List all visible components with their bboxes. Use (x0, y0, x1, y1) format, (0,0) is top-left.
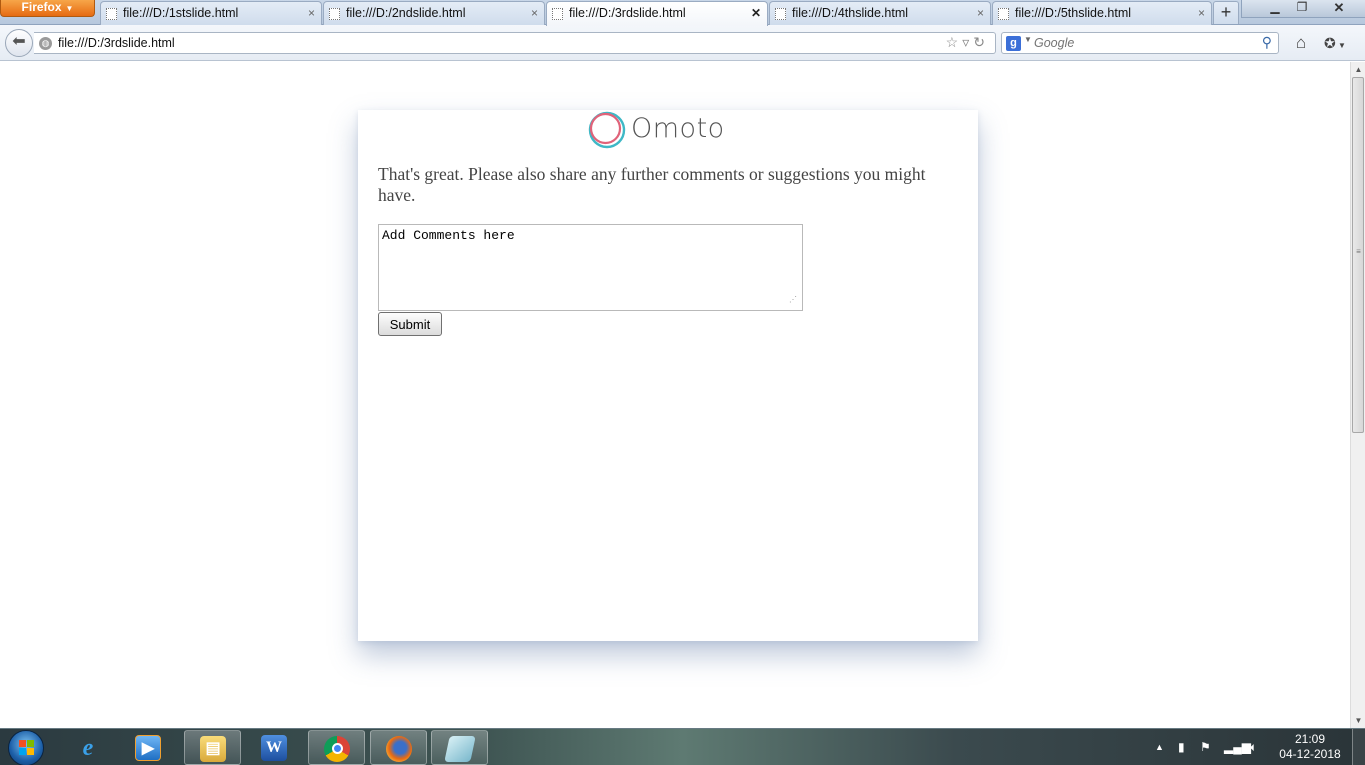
url-text[interactable]: file:///D:/3rdslide.html (58, 36, 175, 50)
tab-title: file:///D:/4thslide.html (792, 6, 909, 20)
tab-3rdslide[interactable]: file:///D:/3rdslide.html ✕ (546, 1, 768, 26)
tab-title: file:///D:/1stslide.html (123, 6, 239, 20)
grip-icon: ≡ (1356, 247, 1361, 256)
navigation-toolbar: ⬅ ◍ file:///D:/3rdslide.html ☆▿↻ g ▼ ⚲ ⌂… (0, 25, 1365, 61)
search-icon[interactable]: ⚲ (1262, 34, 1272, 51)
network-signal-icon[interactable]: ▂▄▆ (1224, 740, 1251, 754)
taskbar-firefox[interactable] (370, 730, 427, 765)
clock-date: 04-12-2018 (1279, 747, 1341, 761)
close-window-button[interactable]: ✕ (1326, 0, 1352, 17)
page-icon (106, 8, 117, 20)
page-viewport: Omoto That's great. Please also share an… (0, 62, 1350, 728)
search-input[interactable] (1034, 36, 1254, 50)
bookmark-star-icon: ✪ (1324, 35, 1336, 51)
tab-2ndslide[interactable]: file:///D:/2ndslide.html × (323, 1, 545, 25)
page-icon (998, 8, 1009, 20)
maximize-button[interactable]: ❐ (1289, 0, 1315, 17)
chevron-down-icon: ▼ (65, 4, 74, 13)
tab-5thslide[interactable]: file:///D:/5thslide.html × (992, 1, 1212, 25)
page-icon (552, 8, 563, 20)
url-bar-tools: ☆▿↻ (946, 34, 989, 51)
windows-logo-icon (19, 740, 35, 756)
url-bar[interactable]: ◍ file:///D:/3rdslide.html ☆▿↻ (34, 32, 996, 54)
close-icon[interactable]: × (308, 2, 315, 24)
arrow-left-icon: ⬅ (12, 33, 26, 50)
page-icon (329, 8, 340, 20)
logo-text: Omoto (631, 113, 725, 144)
show-hidden-icons-icon[interactable]: ▲ (1155, 742, 1164, 752)
home-button[interactable]: ⌂ (1290, 32, 1312, 54)
taskbar-clock[interactable]: 21:09 04-12-2018 (1276, 732, 1344, 762)
taskbar-chrome[interactable] (308, 730, 365, 765)
chrome-icon (324, 736, 350, 762)
taskbar: e ▶ ▤ W ▲ ▮ ⚑ ▂▄▆ 🔈︎ 21:09 04-12-2018 (0, 728, 1365, 765)
survey-card: Omoto That's great. Please also share an… (358, 110, 978, 641)
star-icon[interactable]: ☆ (946, 34, 963, 50)
search-bar[interactable]: g ▼ ⚲ (1001, 32, 1279, 54)
document-app-icon (444, 736, 476, 762)
scroll-down-arrow-icon[interactable]: ▼ (1351, 713, 1365, 728)
comments-textarea[interactable] (378, 224, 803, 311)
close-icon[interactable]: × (531, 2, 538, 24)
firefox-menu-button[interactable]: Firefox ▼ (0, 0, 95, 17)
scroll-up-arrow-icon[interactable]: ▲ (1351, 62, 1365, 77)
tab-title: file:///D:/2ndslide.html (346, 6, 466, 20)
vertical-scrollbar[interactable]: ▲ ≡ ▼ (1350, 62, 1365, 728)
word-icon: W (261, 735, 287, 761)
clock-time: 21:09 (1294, 732, 1326, 746)
close-icon[interactable]: × (977, 2, 984, 24)
minimize-button[interactable]: ▁ (1262, 0, 1288, 17)
survey-question: That's great. Please also share any furt… (378, 164, 926, 205)
taskbar-document-app[interactable] (431, 730, 488, 765)
chevron-down-icon: ▼ (1335, 41, 1346, 50)
home-icon: ⌂ (1295, 33, 1307, 52)
media-player-icon: ▶ (135, 735, 161, 761)
resize-grip-icon[interactable]: ⋰ (789, 296, 797, 304)
scrollbar-thumb[interactable]: ≡ (1352, 77, 1364, 433)
tab-title: file:///D:/3rdslide.html (569, 6, 686, 20)
submit-button[interactable]: Submit (378, 312, 442, 336)
tab-title: file:///D:/5thslide.html (1015, 6, 1132, 20)
tab-bar: Firefox ▼ file:///D:/1stslide.html × file… (0, 0, 1365, 26)
back-button[interactable]: ⬅ (5, 29, 33, 57)
close-icon[interactable]: ✕ (751, 2, 761, 24)
start-button[interactable] (8, 730, 44, 765)
file-explorer-icon: ▤ (200, 736, 226, 762)
firefox-icon (386, 736, 412, 762)
firefox-menu-label: Firefox (21, 0, 62, 14)
chevron-down-icon[interactable]: ▼ (1024, 35, 1032, 44)
window-controls: ▁ ❐ ✕ (1241, 0, 1365, 18)
tab-4thslide[interactable]: file:///D:/4thslide.html × (769, 1, 991, 25)
taskbar-media-player[interactable]: ▶ (120, 730, 177, 765)
close-icon[interactable]: × (1198, 2, 1205, 24)
reload-icon[interactable]: ↻ (973, 34, 989, 50)
taskbar-file-explorer[interactable]: ▤ (184, 730, 241, 765)
volume-icon[interactable]: 🔈︎ (1250, 740, 1257, 755)
plus-icon: + (1220, 2, 1232, 22)
page-icon (775, 8, 786, 20)
internet-explorer-icon: e (82, 735, 94, 761)
dropdown-icon[interactable]: ▿ (962, 34, 973, 50)
system-tray: ▲ ▮ ⚑ ▂▄▆ 🔈︎ (1150, 729, 1270, 765)
bookmarks-button[interactable]: ✪ ▼ (1324, 32, 1358, 54)
taskbar-word[interactable]: W (246, 730, 303, 765)
action-center-flag-icon[interactable]: ⚑ (1200, 740, 1211, 754)
globe-icon: ◍ (39, 37, 52, 50)
taskbar-internet-explorer[interactable]: e (60, 730, 117, 765)
power-icon[interactable]: ▮ (1178, 740, 1185, 754)
new-tab-button[interactable]: + (1213, 1, 1239, 24)
google-engine-icon[interactable]: g (1006, 36, 1021, 51)
show-desktop-button[interactable] (1352, 729, 1365, 765)
tab-1stslide[interactable]: file:///D:/1stslide.html × (100, 1, 322, 25)
omoto-logo-icon (588, 111, 626, 149)
